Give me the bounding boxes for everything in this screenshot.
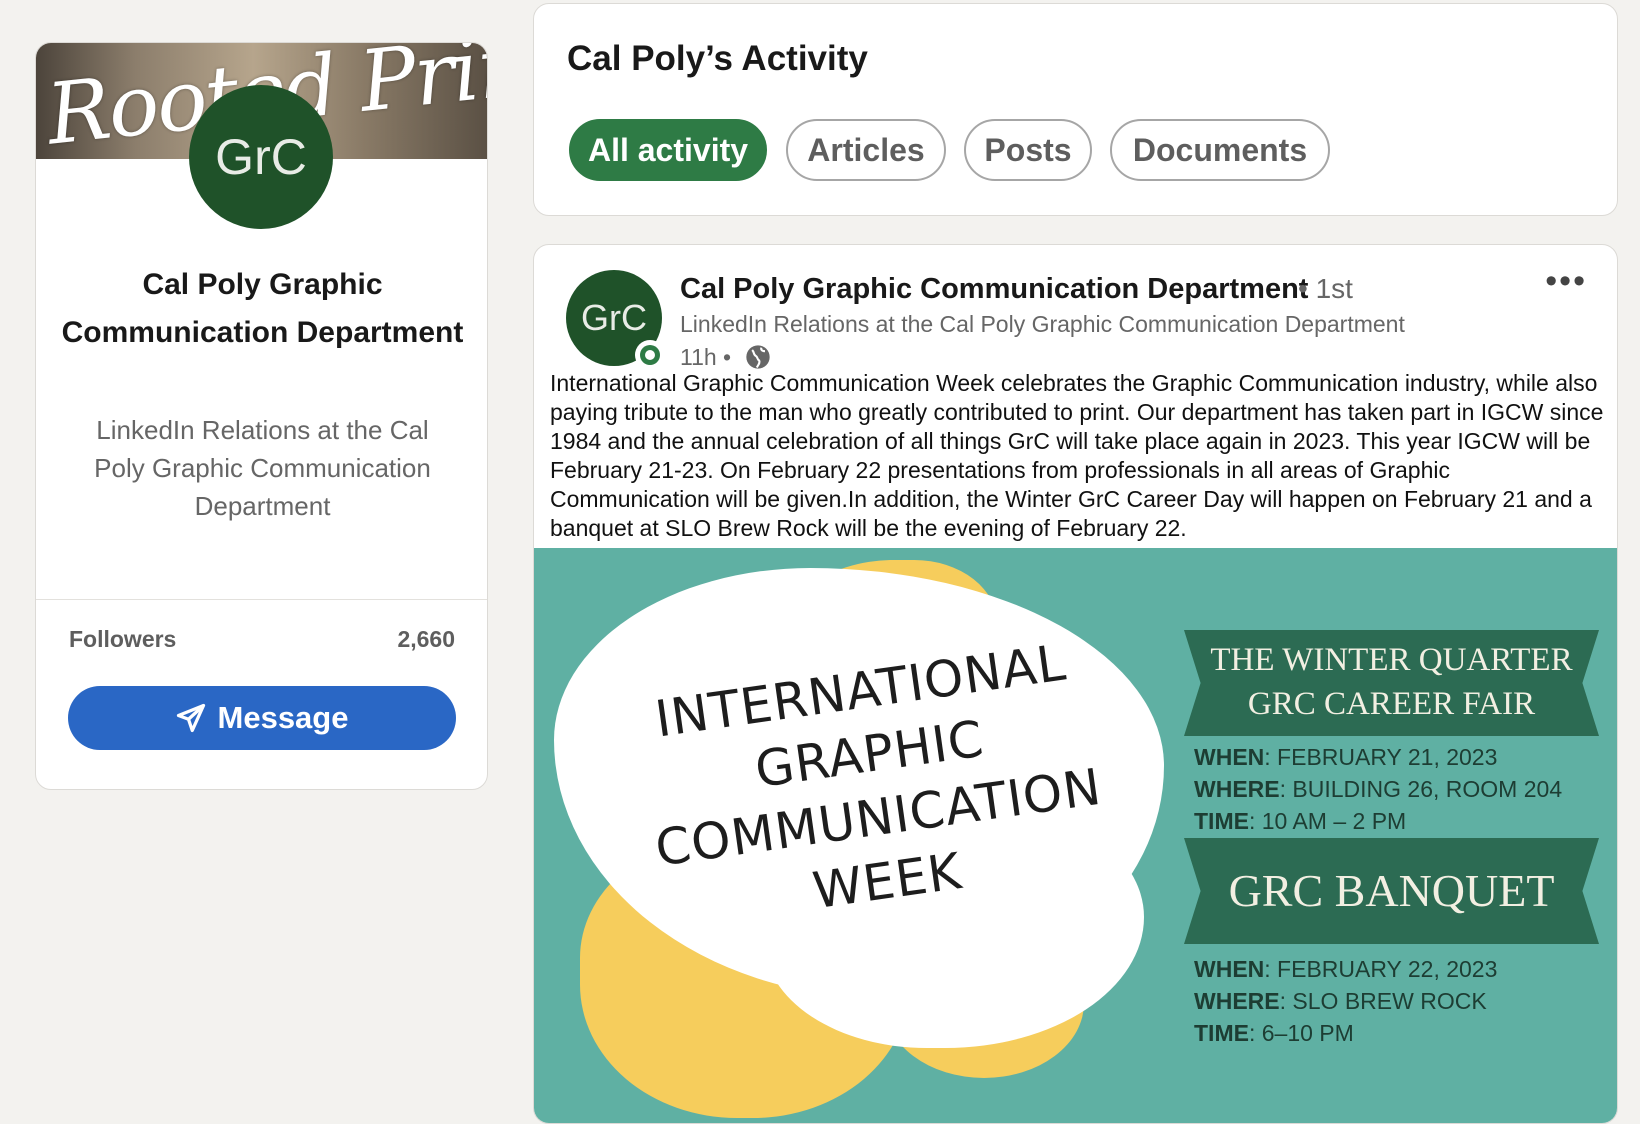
activity-card: Cal Poly’s Activity All activity Article… bbox=[533, 3, 1618, 216]
banquet-where: WHERE: SLO BREW ROCK bbox=[1194, 988, 1487, 1014]
profile-logo[interactable]: GrC bbox=[189, 85, 333, 229]
filter-posts[interactable]: Posts bbox=[964, 119, 1092, 181]
banquet-time: TIME: 6–10 PM bbox=[1194, 1020, 1354, 1046]
banquet-ribbon: GRC BANQUET bbox=[1184, 838, 1599, 944]
banquet-when: WHEN: FEBRUARY 22, 2023 bbox=[1194, 956, 1498, 982]
filter-all-activity[interactable]: All activity bbox=[569, 119, 767, 181]
career-fair-ribbon: THE WINTER QUARTER GRC CAREER FAIR bbox=[1184, 630, 1599, 736]
divider bbox=[36, 599, 487, 600]
post-timestamp: 11h • bbox=[680, 344, 732, 370]
career-fair-when: WHEN: FEBRUARY 21, 2023 bbox=[1194, 744, 1498, 770]
career-fair-time: TIME: 10 AM – 2 PM bbox=[1194, 808, 1407, 834]
more-options-icon[interactable]: ••• bbox=[1545, 264, 1587, 298]
globe-icon bbox=[746, 345, 770, 369]
ribbon-line: GRC CAREER FAIR bbox=[1247, 686, 1536, 722]
profile-name[interactable]: Cal Poly Graphic Communication Departmen… bbox=[56, 261, 469, 357]
career-fair-where: WHERE: BUILDING 26, ROOM 204 bbox=[1194, 776, 1563, 802]
message-button-label: Message bbox=[217, 700, 349, 735]
post-body-text: International Graphic Communication Week… bbox=[550, 370, 1604, 541]
send-icon bbox=[176, 703, 205, 733]
followers-label: Followers bbox=[69, 626, 177, 652]
profile-card: Rooted Print GrC Cal Poly Graphic Commun… bbox=[35, 42, 488, 790]
message-button[interactable]: Message bbox=[68, 686, 456, 750]
post-image[interactable]: INTERNATIONAL GRAPHIC COMMUNICATION WEEK… bbox=[534, 548, 1617, 1123]
connection-degree: • 1st bbox=[1298, 273, 1353, 304]
activity-title: Cal Poly’s Activity bbox=[567, 39, 868, 78]
followers-count: 2,660 bbox=[397, 626, 455, 652]
hiring-badge-icon bbox=[635, 340, 665, 370]
filter-documents[interactable]: Documents bbox=[1110, 119, 1330, 181]
post-card: GrC Cal Poly Graphic Communication Depar… bbox=[533, 244, 1618, 1124]
post-author-name[interactable]: Cal Poly Graphic Communication Departmen… bbox=[680, 273, 1308, 306]
post-author-subtitle: LinkedIn Relations at the Cal Poly Graph… bbox=[680, 311, 1405, 337]
profile-headline: LinkedIn Relations at the Cal Poly Graph… bbox=[94, 415, 431, 521]
ribbon-line: THE WINTER QUARTER bbox=[1210, 642, 1573, 678]
filter-articles[interactable]: Articles bbox=[786, 119, 946, 181]
